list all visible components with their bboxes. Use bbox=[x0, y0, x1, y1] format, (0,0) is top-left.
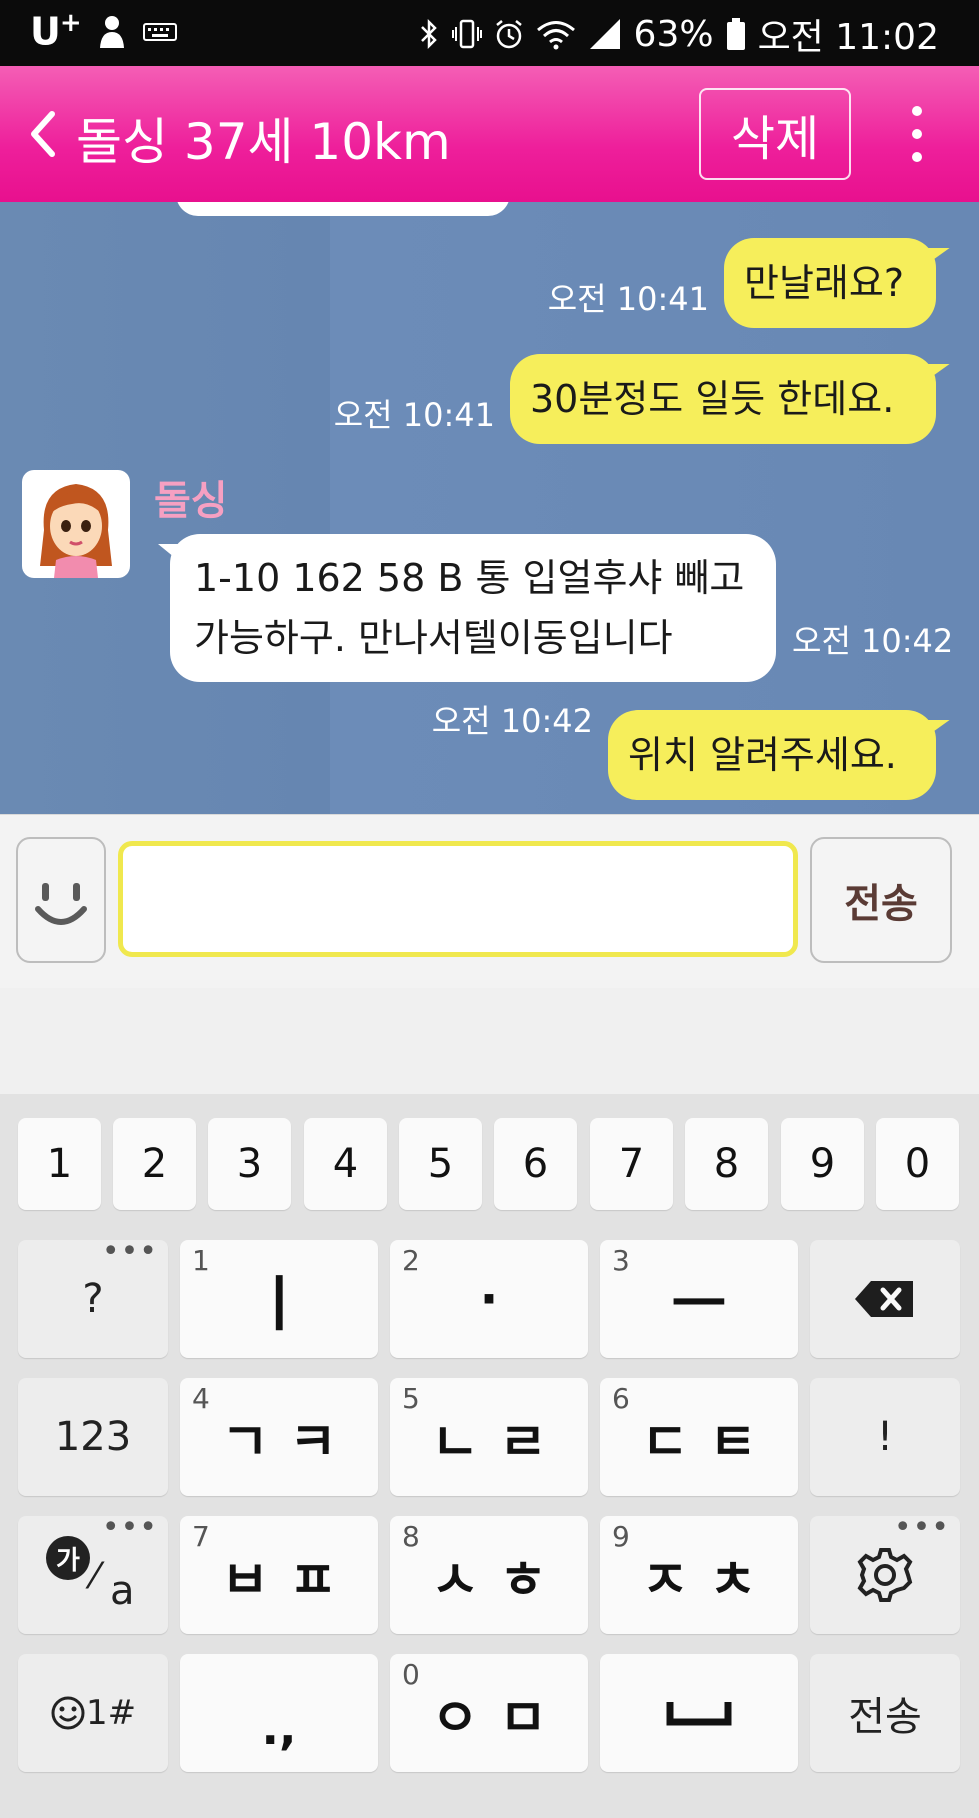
key-9[interactable]: 9 bbox=[781, 1118, 864, 1210]
language-toggle-key[interactable]: ••• 가 ⁄ a bbox=[18, 1510, 168, 1634]
key-8[interactable]: 8 bbox=[685, 1118, 768, 1210]
key-2[interactable]: 2 bbox=[113, 1118, 196, 1210]
settings-key[interactable]: ••• bbox=[810, 1510, 960, 1634]
keyboard-icon bbox=[142, 22, 177, 41]
received-message-bubble: 1-10 162 58 B 통 입얼후샤 빼고 가능하구. 만나서텔이동입니다 bbox=[158, 534, 776, 682]
key-vowel-dot[interactable]: 2 · bbox=[390, 1240, 588, 1358]
keyboard-suggestion-strip bbox=[0, 988, 979, 1094]
key-5[interactable]: 5 bbox=[399, 1118, 482, 1210]
key-vowel-eu[interactable]: 3 ㅡ bbox=[600, 1240, 798, 1358]
signal-icon bbox=[589, 19, 620, 49]
keyboard: 1 2 3 4 5 6 7 8 9 0 ••• ? 1 ㅣ 2 · 3 ㅡ 12… bbox=[0, 1094, 979, 1818]
alarm-icon bbox=[495, 20, 522, 49]
key-0[interactable]: 0 bbox=[876, 1118, 959, 1210]
key-giyeok-kieuk[interactable]: 4 ㄱㅋ bbox=[180, 1378, 378, 1496]
wifi-icon bbox=[536, 21, 575, 50]
backspace-key[interactable] bbox=[810, 1240, 960, 1358]
key-exclamation[interactable]: ! bbox=[810, 1378, 960, 1496]
more-options-icon[interactable] bbox=[900, 106, 934, 162]
sender-name: 돌싱 bbox=[154, 478, 228, 524]
key-jieut-chieut[interactable]: 9 ㅈㅊ bbox=[600, 1516, 798, 1634]
key-vowel-i[interactable]: 1 ㅣ bbox=[180, 1240, 378, 1358]
bluetooth-icon bbox=[420, 18, 437, 50]
battery-percent: 63% bbox=[633, 13, 714, 55]
key-7[interactable]: 7 bbox=[590, 1118, 673, 1210]
message-input-bar: 전송 bbox=[0, 814, 979, 988]
key-question[interactable]: ••• ? bbox=[18, 1234, 168, 1358]
avatar-image bbox=[40, 484, 112, 578]
delete-button[interactable]: 삭제 bbox=[699, 88, 851, 180]
key-3[interactable]: 3 bbox=[208, 1118, 291, 1210]
vibrate-icon bbox=[451, 19, 482, 49]
gear-icon bbox=[857, 1548, 913, 1602]
partial-message-bubble bbox=[176, 202, 510, 216]
english-indicator: a bbox=[110, 1568, 135, 1614]
space-key[interactable] bbox=[600, 1654, 798, 1772]
space-icon bbox=[666, 1702, 732, 1726]
message-time: 오전 10:42 bbox=[792, 622, 954, 660]
sender-avatar[interactable] bbox=[22, 470, 130, 578]
key-1[interactable]: 1 bbox=[18, 1118, 101, 1210]
sent-message-bubble: 만날래요? bbox=[724, 238, 936, 328]
key-4[interactable]: 4 bbox=[304, 1118, 387, 1210]
key-nieun-rieul[interactable]: 5 ㄴㄹ bbox=[390, 1378, 588, 1496]
chat-header: 돌싱 37세 10km 삭제 bbox=[0, 66, 979, 202]
key-ieung-mieum[interactable]: 0 ㅇㅁ bbox=[390, 1654, 588, 1772]
message-time: 오전 10:41 bbox=[547, 280, 709, 318]
emoji-icon bbox=[51, 1696, 85, 1730]
message-line: 1-10 162 58 B 통 입얼후샤 빼고 bbox=[194, 556, 745, 600]
korean-indicator: 가 bbox=[46, 1536, 90, 1580]
emoticon-button[interactable] bbox=[16, 837, 106, 963]
status-bar: U+ 63% 오전 11:02 bbox=[0, 0, 979, 66]
key-123[interactable]: 123 bbox=[18, 1378, 168, 1496]
smiley-icon bbox=[35, 883, 87, 925]
key-siot-hieut[interactable]: 8 ㅅㅎ bbox=[390, 1516, 588, 1634]
send-button[interactable]: 전송 bbox=[810, 837, 952, 963]
backspace-icon bbox=[855, 1281, 913, 1317]
carrier-label: U+ bbox=[30, 8, 82, 54]
message-time: 오전 10:41 bbox=[333, 396, 495, 434]
message-time: 오전 10:42 bbox=[431, 702, 593, 740]
keyboard-send-key[interactable]: 전송 bbox=[810, 1654, 960, 1772]
message-input[interactable] bbox=[118, 841, 798, 957]
sent-message-bubble: 30분정도 일듯 한데요. bbox=[510, 354, 936, 444]
slash-glyph: ⁄ bbox=[92, 1556, 99, 1597]
key-bieup-pieup[interactable]: 7 ㅂㅍ bbox=[180, 1516, 378, 1634]
key-digeut-tieut[interactable]: 6 ㄷㅌ bbox=[600, 1378, 798, 1496]
emoji-symbol-key[interactable]: 1# bbox=[18, 1654, 168, 1772]
message-line: 가능하구. 만나서텔이동입니다 bbox=[194, 616, 673, 660]
back-icon[interactable] bbox=[22, 106, 62, 162]
key-6[interactable]: 6 bbox=[494, 1118, 577, 1210]
person-icon bbox=[99, 15, 124, 48]
chat-title: 돌싱 37세 10km bbox=[76, 113, 451, 171]
battery-icon bbox=[726, 18, 745, 50]
sent-message-bubble: 위치 알려주세요. bbox=[608, 710, 936, 800]
key-punctuation[interactable]: ., bbox=[180, 1654, 378, 1772]
chat-area[interactable]: 오전 10:41 만날래요? 오전 10:41 30분정도 일듯 한데요. 돌싱… bbox=[0, 202, 979, 814]
status-time: 오전 11:02 bbox=[757, 17, 939, 58]
